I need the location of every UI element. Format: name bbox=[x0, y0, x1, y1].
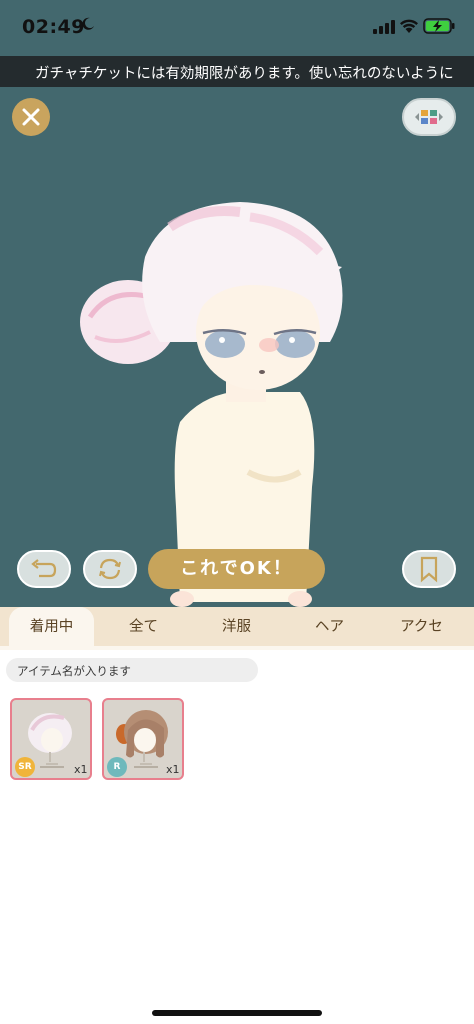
bookmark-button[interactable] bbox=[402, 550, 456, 588]
close-button[interactable] bbox=[12, 98, 50, 136]
rotate-icon bbox=[99, 558, 121, 580]
item-quantity: x1 bbox=[166, 763, 180, 776]
rarity-badge-r: R bbox=[107, 757, 127, 777]
color-grid-icon bbox=[415, 110, 443, 124]
color-palette-button[interactable] bbox=[402, 98, 456, 136]
rotate-button[interactable] bbox=[83, 550, 137, 588]
status-time: 02:49 bbox=[22, 16, 85, 38]
undo-icon bbox=[31, 559, 57, 578]
avatar-illustration bbox=[80, 202, 343, 607]
home-indicator bbox=[152, 1010, 322, 1016]
wifi-icon bbox=[400, 19, 418, 33]
signal-icon bbox=[373, 20, 395, 34]
tab-accessories[interactable]: アクセ bbox=[379, 607, 464, 647]
battery-charging-icon bbox=[423, 18, 455, 34]
close-icon bbox=[22, 108, 40, 126]
tab-clothes[interactable]: 洋服 bbox=[194, 607, 279, 647]
rarity-badge-sr: SR bbox=[15, 757, 35, 777]
bookmark-icon bbox=[420, 556, 438, 583]
announcement-ticker: ガチャチケットには有効期限があります。使い忘れのないように bbox=[0, 56, 474, 87]
tab-wearing[interactable]: 着用中 bbox=[9, 607, 94, 647]
tab-hair[interactable]: ヘア bbox=[287, 607, 372, 647]
tab-all[interactable]: 全て bbox=[101, 607, 186, 647]
item-name-text: アイテム名が入ります bbox=[17, 664, 131, 678]
item-quantity: x1 bbox=[74, 763, 88, 776]
moon-icon bbox=[82, 17, 94, 30]
ticker-text: ガチャチケットには有効期限があります。使い忘れのないように bbox=[35, 66, 454, 82]
avatar-stage bbox=[0, 87, 474, 607]
confirm-ok-button[interactable]: これでOK！ bbox=[148, 549, 325, 589]
undo-button[interactable] bbox=[17, 550, 71, 588]
